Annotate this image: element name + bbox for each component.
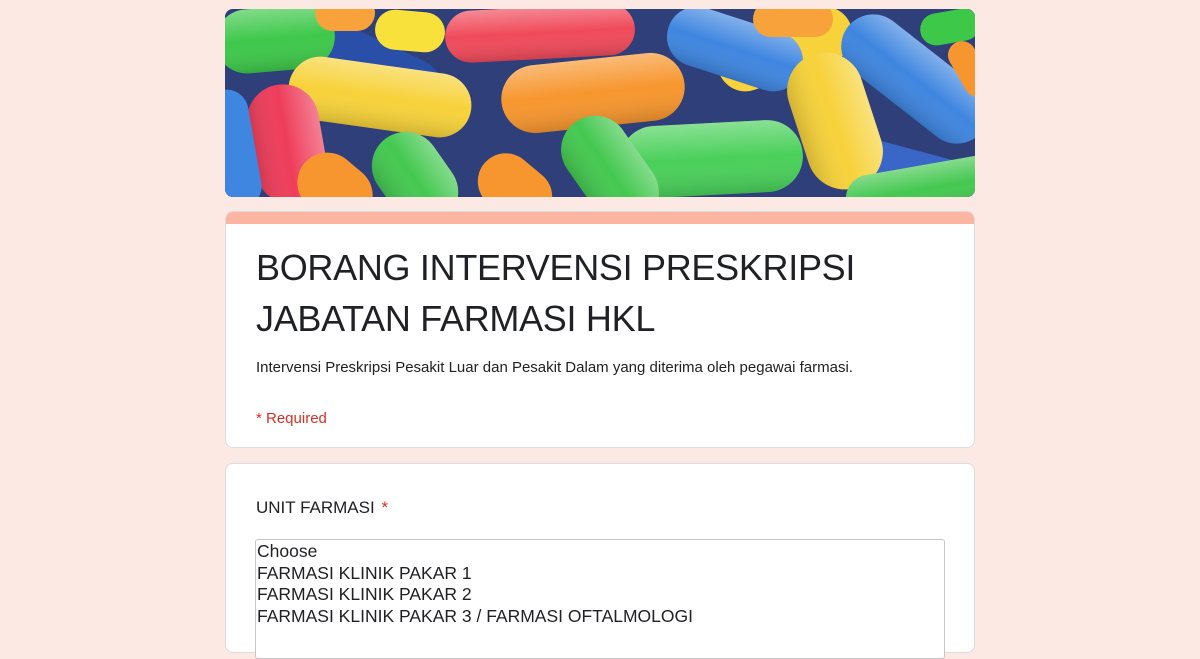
unit-farmasi-select[interactable]: Choose FARMASI KLINIK PAKAR 1 FARMASI KL… [255,539,945,659]
question-card-unit-farmasi: UNIT FARMASI * Choose FARMASI KLINIK PAK… [225,463,975,659]
question-label: UNIT FARMASI * [256,496,388,520]
form-description: Intervensi Preskripsi Pesakit Luar dan P… [256,359,853,376]
header-banner-image [225,9,975,197]
required-note: * Required [256,410,327,427]
question-title: UNIT FARMASI [256,498,375,517]
form-title: BORANG INTERVENSI PRESKRIPSI JABATAN FAR… [256,247,856,339]
select-option[interactable]: FARMASI KLINIK PAKAR 1 [257,563,944,585]
select-option[interactable]: FARMASI KLINIK PAKAR 3 / FARMASI OFTALMO… [257,606,944,628]
select-option[interactable]: FARMASI KLINIK PAKAR 2 [257,584,944,606]
required-star: * [381,498,389,517]
select-option-choose[interactable]: Choose [257,541,944,563]
theme-accent-bar [226,212,974,224]
form-header-card: BORANG INTERVENSI PRESKRIPSI JABATAN FAR… [225,211,975,448]
